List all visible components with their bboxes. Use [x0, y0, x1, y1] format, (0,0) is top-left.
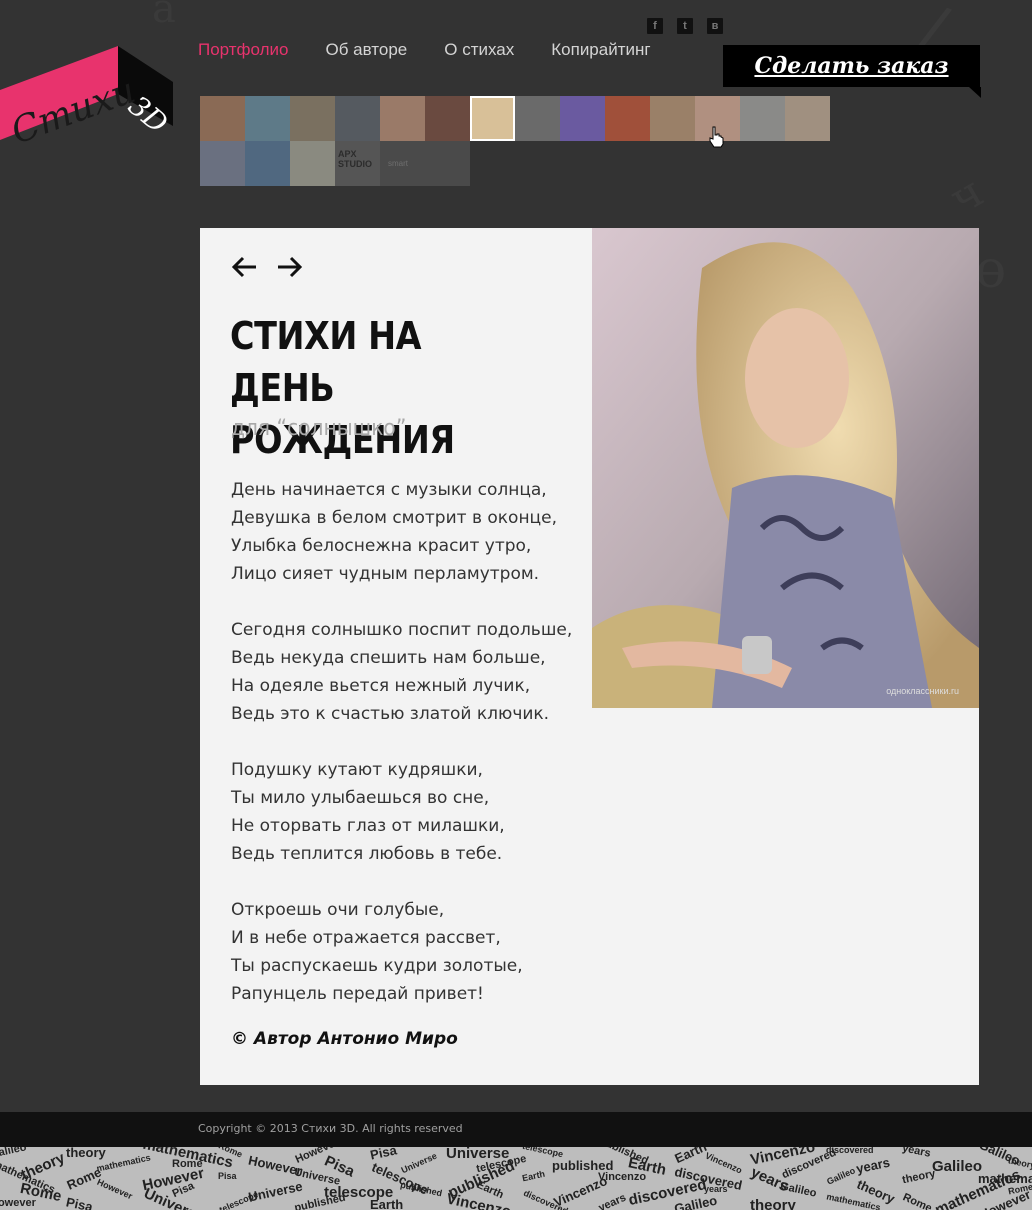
- poem-stanza: Сегодня солнышко поспит подольше, Ведь н…: [231, 616, 581, 728]
- footer-pattern-word: published: [293, 1191, 347, 1210]
- poem-line: Сегодня солнышко поспит подольше,: [231, 620, 573, 640]
- footer-pattern-word: years: [901, 1147, 932, 1160]
- poem-author: © Автор Антонио Миро: [231, 1029, 458, 1049]
- poem-line: Откроешь очи голубые,: [231, 900, 445, 920]
- footer-pattern-word: years: [596, 1191, 628, 1210]
- poem-line: Рапунцель передай привет!: [231, 984, 484, 1004]
- background-letter: ч: [941, 166, 992, 225]
- footer-pattern-word: Pisa: [368, 1147, 399, 1163]
- main-nav: Портфолио Об авторе О стихах Копирайтинг: [198, 40, 688, 60]
- poem-line: Ты мило улыбаешься во сне,: [231, 788, 490, 808]
- portfolio-thumbnail[interactable]: APX STUDIO: [335, 141, 380, 186]
- footer-pattern-word: Earth: [672, 1147, 709, 1167]
- footer-pattern-word: years: [704, 1184, 728, 1194]
- footer-pattern-word: Rome: [900, 1191, 934, 1210]
- footer-pattern-word: Earth: [370, 1197, 404, 1210]
- poem-line: Девушка в белом смотрит в оконце,: [231, 508, 557, 528]
- portfolio-thumbnail[interactable]: [605, 96, 650, 141]
- footer-pattern-word: Universe: [399, 1150, 439, 1176]
- poem-title: СТИХИ НА ДЕНЬ РОЖДЕНИЯ: [230, 314, 455, 462]
- portfolio-thumbnail[interactable]: smart: [380, 141, 470, 186]
- portfolio-thumbnail[interactable]: [200, 96, 245, 141]
- nav-item-about-poems[interactable]: О стихах: [444, 40, 514, 60]
- portrait-image: [592, 228, 979, 708]
- portfolio-thumbnail[interactable]: [740, 96, 785, 141]
- footer-pattern-word: Pisa: [64, 1194, 95, 1210]
- footer-word-pattern: Galileo theory mathematics Rome However Pisa U…: [0, 1147, 1032, 1210]
- background-letter: ө: [975, 240, 1007, 300]
- poem-line: Не оторвать глаз от милашки,: [231, 816, 505, 836]
- carousel-arrows: [230, 254, 304, 280]
- poem-line: На одеяле вьется нежный лучик,: [231, 676, 531, 696]
- portfolio-thumbnail[interactable]: [290, 96, 335, 141]
- poem-line: Ведь некуда спешить нам больше,: [231, 648, 546, 668]
- portfolio-thumbnail[interactable]: [290, 141, 335, 186]
- footer-bar: Copyright © 2013 Стихи 3D. All rights re…: [0, 1112, 1032, 1147]
- order-button[interactable]: Сделать заказ: [723, 45, 981, 98]
- vkontakte-icon[interactable]: в: [707, 18, 723, 34]
- twitter-icon[interactable]: t: [677, 18, 693, 34]
- social-links: f t в: [647, 18, 723, 34]
- footer-pattern-word: Earth: [521, 1168, 546, 1184]
- portfolio-thumbnail[interactable]: [785, 96, 830, 141]
- poem-photo: одноклассники.ru: [592, 228, 979, 708]
- poem-line: Ведь теплится любовь в тебе.: [231, 844, 503, 864]
- footer-pattern-word: theory: [66, 1147, 106, 1160]
- order-button-tail: [969, 87, 981, 98]
- site-logo[interactable]: Стихи 3D: [0, 44, 175, 153]
- poem-line: Подушку кутают кудряшки,: [231, 760, 483, 780]
- footer-pattern-word: telescope: [217, 1188, 260, 1210]
- footer-pattern-word: theory: [750, 1197, 796, 1210]
- copyright-text: Copyright © 2013 Стихи 3D. All rights re…: [198, 1122, 463, 1135]
- footer-pattern-word: theory: [901, 1167, 937, 1187]
- order-button-label: Сделать заказ: [754, 53, 949, 79]
- poem-stanza: Откроешь очи голубые, И в небе отражаетс…: [231, 896, 581, 1008]
- footer-pattern-word: Galileo: [825, 1165, 857, 1187]
- portfolio-thumbnail[interactable]: [560, 96, 605, 141]
- poem-line: Улыбка белоснежна красит утро,: [231, 536, 532, 556]
- footer-pattern-word: However: [95, 1176, 134, 1202]
- poem-line: Лицо сияет чудным перламутром.: [231, 564, 540, 584]
- portfolio-thumbnail[interactable]: [200, 141, 245, 186]
- photo-watermark: одноклассники.ru: [886, 686, 959, 696]
- arrow-right-icon[interactable]: [276, 254, 304, 280]
- facebook-icon[interactable]: f: [647, 18, 663, 34]
- poem-line: Ведь это к счастью златой ключик.: [231, 704, 550, 724]
- poem-subtitle: для “солнышко”: [231, 416, 407, 441]
- portfolio-thumbnail[interactable]: [335, 96, 380, 141]
- footer-pattern-word: Galileo: [0, 1147, 28, 1161]
- portfolio-thumbnail[interactable]: [245, 96, 290, 141]
- footer-pattern-word: years: [854, 1154, 892, 1177]
- portfolio-thumbnail[interactable]: [470, 96, 515, 141]
- background-letter: a: [152, 0, 176, 32]
- portfolio-thumbnails: APX STUDIO smart: [200, 96, 830, 186]
- nav-item-copywriting[interactable]: Копирайтинг: [551, 40, 650, 60]
- nav-item-about-author[interactable]: Об авторе: [325, 40, 407, 60]
- footer-pattern-word: Galileo: [932, 1158, 983, 1175]
- portfolio-thumbnail[interactable]: [650, 96, 695, 141]
- nav-item-portfolio[interactable]: Портфолио: [198, 40, 288, 60]
- poem-line: Ты распускаешь кудри золотые,: [231, 956, 523, 976]
- arrow-left-icon[interactable]: [230, 254, 258, 280]
- poem-line: День начинается с музыки солнца,: [231, 480, 547, 500]
- portfolio-thumbnail[interactable]: [425, 96, 470, 141]
- portfolio-thumbnail[interactable]: [380, 96, 425, 141]
- poem-line: И в небе отражается рассвет,: [231, 928, 501, 948]
- portfolio-thumbnail[interactable]: [515, 96, 560, 141]
- footer-pattern-word: However: [0, 1197, 36, 1209]
- poem-card: СТИХИ НА ДЕНЬ РОЖДЕНИЯ для “солнышко” Де…: [200, 228, 979, 1085]
- poem-stanza: Подушку кутают кудряшки, Ты мило улыбаеш…: [231, 756, 581, 868]
- poem-body: День начинается с музыки солнца, Девушка…: [231, 476, 581, 1036]
- footer-pattern-word: Pisa: [218, 1171, 237, 1181]
- portfolio-thumbnail[interactable]: [245, 141, 290, 186]
- poem-stanza: День начинается с музыки солнца, Девушка…: [231, 476, 581, 588]
- hand-cursor-icon: [709, 126, 724, 148]
